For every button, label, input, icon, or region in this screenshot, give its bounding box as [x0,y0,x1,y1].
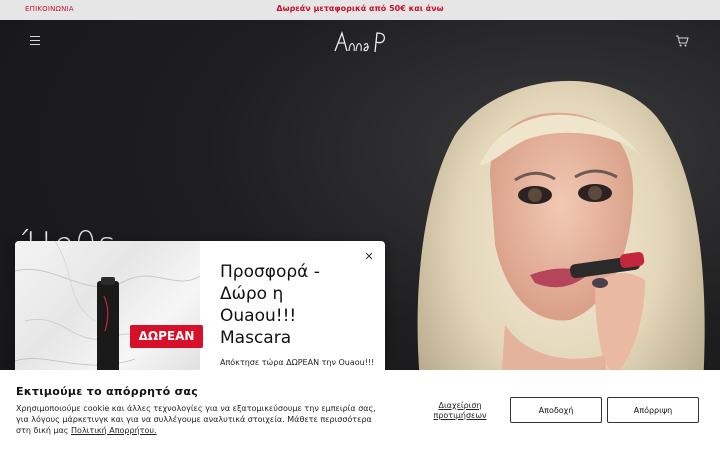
accept-cookies-button[interactable]: Αποδοχή [510,397,602,423]
reject-cookies-button[interactable]: Απόρριψη [607,397,699,423]
promo-popup: ΔΩΡΕΑΝ ✕ Προσφορά - Δώρο η Ouaou!!! Masc… [15,241,385,381]
brand-logo[interactable] [332,30,388,54]
close-icon[interactable]: ✕ [363,251,375,263]
popup-subtitle: Απόκτησε τώρα ΔΩΡΕΑΝ την Ouaou!!! [220,358,375,367]
cookie-text: Χρησιμοποιούμε cookie και άλλες τεχνολογ… [16,404,376,435]
free-shipping-banner: Δωρεάν μεταφορικά από 50€ και άνω [276,4,444,13]
free-badge: ΔΩΡΕΑΝ [130,325,203,348]
cookie-title: Εκτιμούμε το απόρρητό σας [16,385,199,398]
privacy-policy-link[interactable]: Πολιτική Απορρήτου. [71,426,157,435]
shopping-cart-icon[interactable] [675,34,689,48]
marble-background [15,241,201,381]
site-header [0,20,720,62]
mascara-product-image [15,241,201,381]
hamburger-menu-icon[interactable] [30,36,40,45]
announcement-bar: ΕΠΙΚΟΙΝΩΝΙΑ Δωρεάν μεταφορικά από 50€ κα… [0,0,720,20]
popup-title: Προσφορά - Δώρο η Ouaou!!! Mascara [220,262,320,348]
cookie-consent-banner: Εκτιμούμε το απόρρητό σας Χρησιμοποιούμε… [0,370,720,450]
manage-preferences-link[interactable]: Διαχείριση προτιμήσεων [428,401,492,421]
cookie-description: Χρησιμοποιούμε cookie και άλλες τεχνολογ… [16,403,386,436]
